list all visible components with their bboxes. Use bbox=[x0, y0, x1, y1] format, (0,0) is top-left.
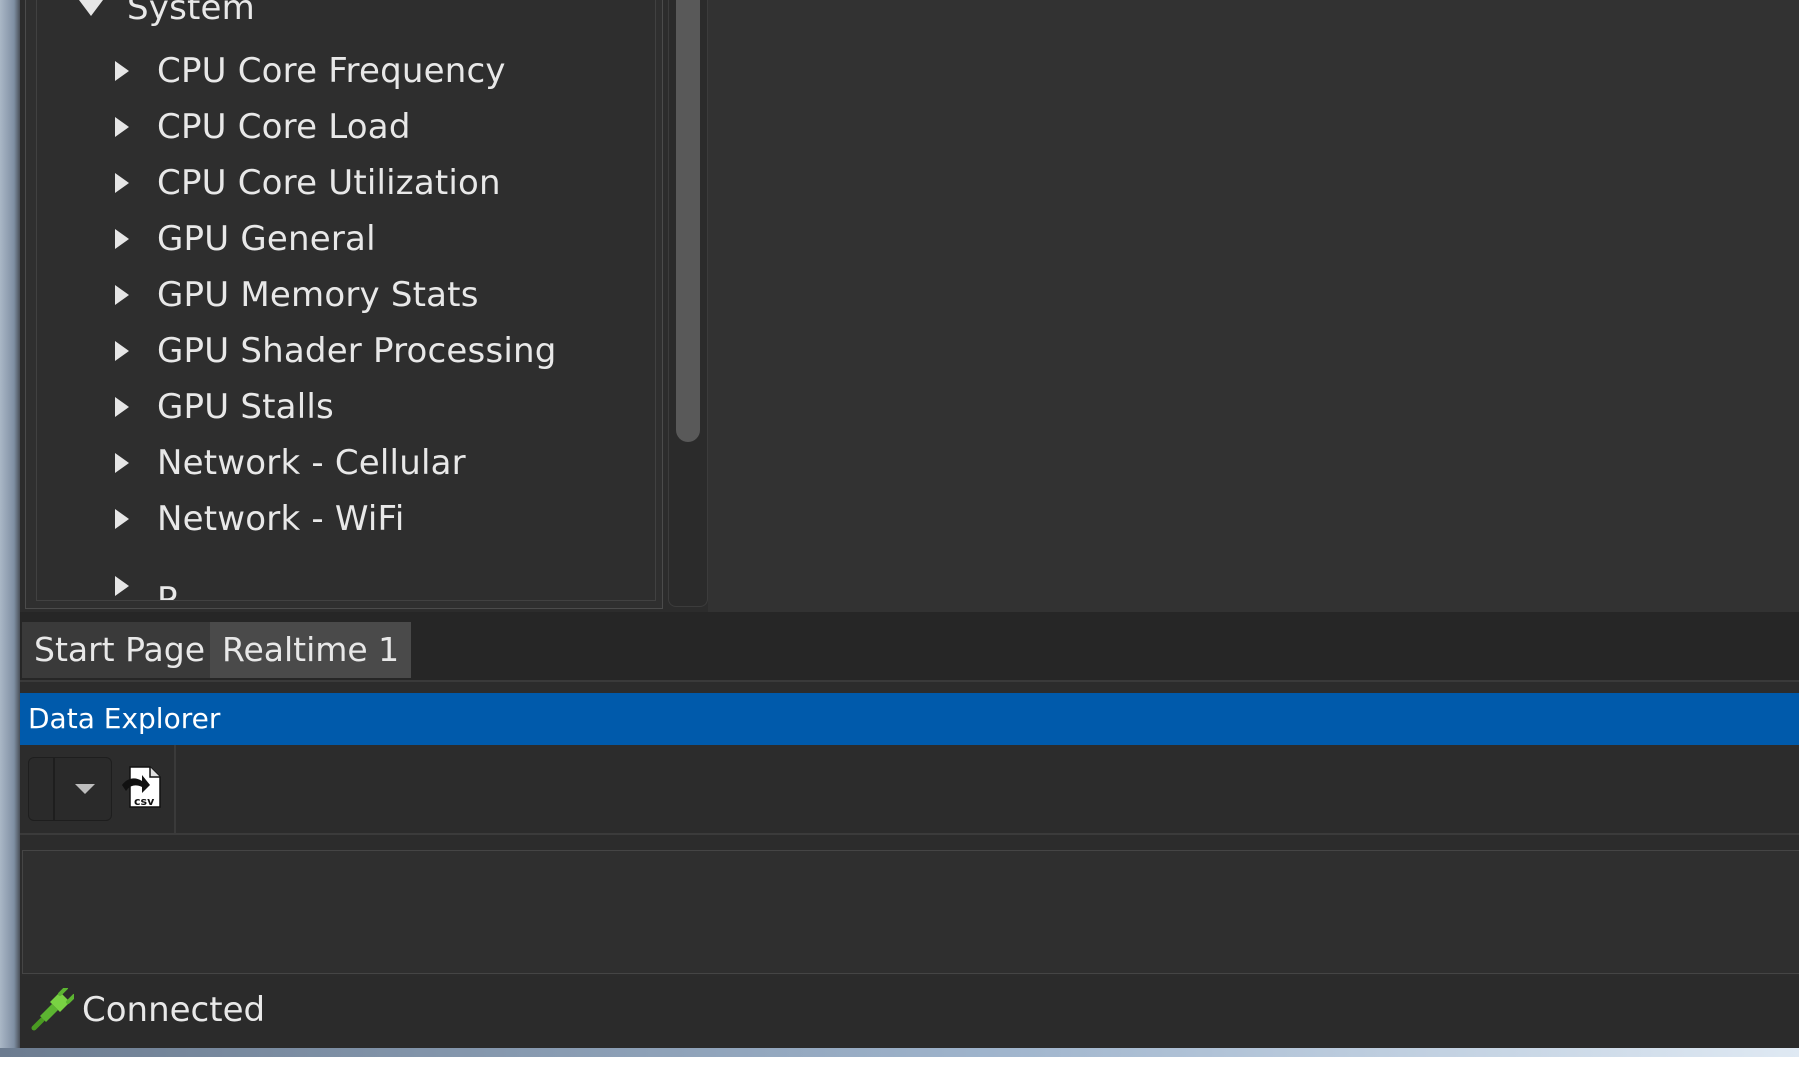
application-window: System CPU Core Frequency CPU Core Load … bbox=[0, 0, 1799, 1057]
connection-status: Connected bbox=[82, 990, 266, 1030]
tree-item-label: GPU Shader Processing bbox=[157, 331, 557, 371]
export-csv-icon[interactable]: csv bbox=[120, 763, 164, 811]
connected-plug-icon bbox=[31, 988, 74, 1031]
expand-right-icon[interactable] bbox=[115, 509, 129, 529]
csv-icon-text: csv bbox=[134, 795, 155, 808]
status-bar: Connected bbox=[20, 976, 1799, 1048]
expand-right-icon[interactable] bbox=[115, 117, 129, 137]
expand-right-icon[interactable] bbox=[115, 229, 129, 249]
expand-right-icon[interactable] bbox=[115, 173, 129, 193]
tree-item-partial[interactable]: P bbox=[37, 546, 637, 601]
window-frame-left bbox=[0, 0, 20, 1057]
tab-realtime-1[interactable]: Realtime 1 bbox=[210, 622, 412, 678]
expand-right-icon[interactable] bbox=[115, 576, 129, 596]
window-frame-bottom bbox=[0, 1048, 1799, 1057]
tree-item-label: P bbox=[157, 580, 178, 601]
tree-item-label: CPU Core Frequency bbox=[157, 51, 506, 91]
expand-right-icon[interactable] bbox=[115, 397, 129, 417]
tree-item-gpu-general[interactable]: GPU General bbox=[37, 210, 637, 266]
tree-item-cpu-core-load[interactable]: CPU Core Load bbox=[37, 98, 637, 154]
tree-scrollbar-thumb[interactable] bbox=[676, 0, 700, 442]
tree-panel: System CPU Core Frequency CPU Core Load … bbox=[25, 0, 663, 609]
tree-item-gpu-shader-processing[interactable]: GPU Shader Processing bbox=[37, 322, 637, 378]
tree-item-cpu-core-utilization[interactable]: CPU Core Utilization bbox=[37, 154, 637, 210]
expand-right-icon[interactable] bbox=[115, 61, 129, 81]
tab-start-page[interactable]: Start Page bbox=[22, 622, 217, 678]
document-tab-bar: Start Page Realtime 1 bbox=[20, 612, 1799, 682]
tree-item-gpu-memory-stats[interactable]: GPU Memory Stats bbox=[37, 266, 637, 322]
data-explorer-toolbar: csv bbox=[20, 745, 1799, 835]
tree-item-label: Network - WiFi bbox=[157, 499, 405, 539]
data-explorer-content bbox=[22, 850, 1799, 974]
chevron-down-icon bbox=[75, 784, 95, 794]
tree-item-label: CPU Core Load bbox=[157, 107, 411, 147]
tree-item-label: Network - Cellular bbox=[157, 443, 466, 483]
tree-item-network-wifi[interactable]: Network - WiFi bbox=[37, 490, 637, 546]
dropdown-button[interactable] bbox=[54, 757, 112, 821]
toolbar-button[interactable] bbox=[28, 757, 54, 821]
tree-item-cpu-core-frequency[interactable]: CPU Core Frequency bbox=[37, 42, 637, 98]
tree-view: System CPU Core Frequency CPU Core Load … bbox=[36, 0, 656, 601]
expand-down-icon[interactable] bbox=[79, 0, 103, 16]
tree-item-label: GPU Stalls bbox=[157, 387, 334, 427]
expand-right-icon[interactable] bbox=[115, 341, 129, 361]
toolbar-separator bbox=[174, 745, 176, 833]
tree-item-gpu-stalls[interactable]: GPU Stalls bbox=[37, 378, 637, 434]
expand-right-icon[interactable] bbox=[115, 453, 129, 473]
tree-item-label: System bbox=[127, 0, 255, 28]
tree-item-network-cellular[interactable]: Network - Cellular bbox=[37, 434, 637, 490]
data-explorer-title: Data Explorer bbox=[20, 693, 1799, 745]
expand-right-icon[interactable] bbox=[115, 285, 129, 305]
tree-item-label: CPU Core Utilization bbox=[157, 163, 501, 203]
tree-item-label: GPU Memory Stats bbox=[157, 275, 479, 315]
tree-item-label: GPU General bbox=[157, 219, 376, 259]
chart-area bbox=[708, 0, 1799, 612]
